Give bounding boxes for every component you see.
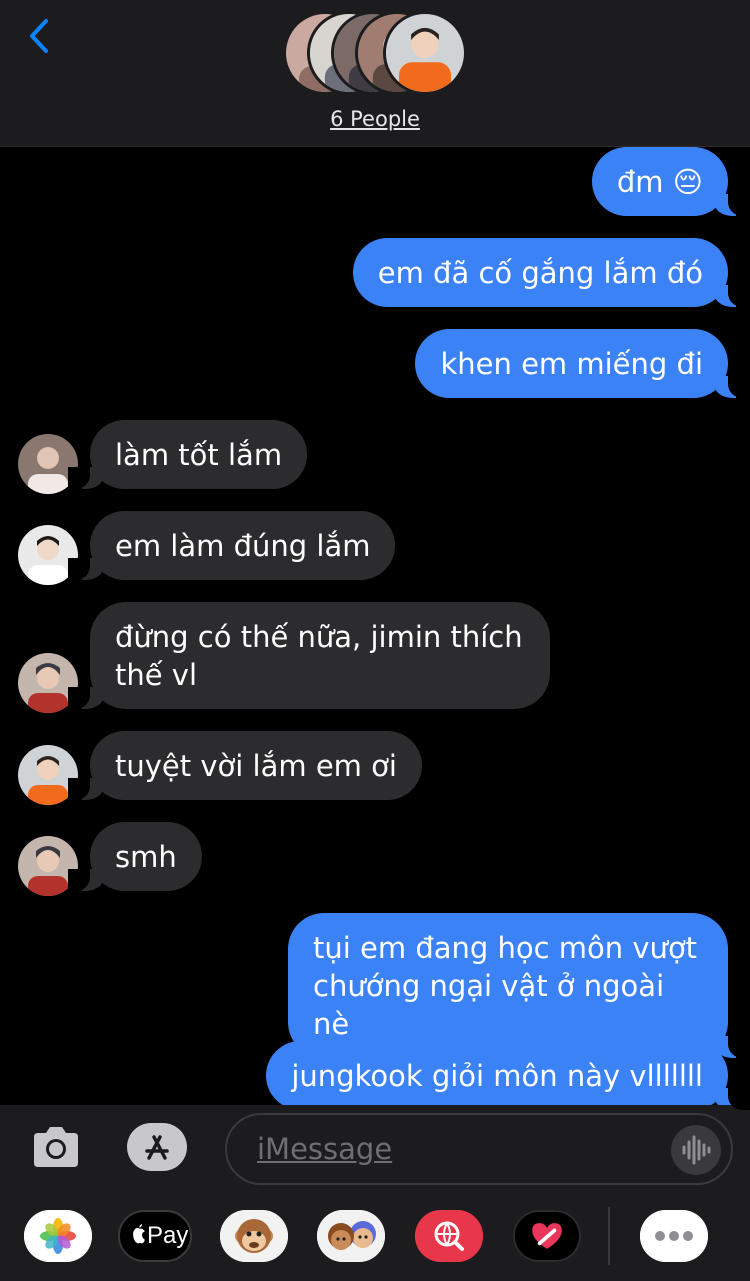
back-chevron-icon bbox=[30, 19, 48, 53]
message-outgoing[interactable]: khen em miếng đi bbox=[415, 329, 750, 398]
audio-waveform-icon bbox=[682, 1135, 711, 1165]
camera-button[interactable] bbox=[30, 1123, 82, 1171]
digital-touch-icon bbox=[515, 1212, 579, 1260]
message-incoming[interactable]: làm tốt lắm bbox=[67, 420, 308, 489]
people-count-link[interactable]: 6 People bbox=[0, 107, 750, 131]
apple-pay-label: Pay bbox=[147, 1222, 189, 1249]
more-apps-button[interactable] bbox=[640, 1210, 708, 1262]
message-incoming[interactable]: smh bbox=[68, 822, 202, 891]
digital-touch-app-button[interactable] bbox=[513, 1210, 581, 1262]
message-incoming[interactable]: đừng có thế nữa, jimin thích thế vl bbox=[68, 602, 550, 709]
photos-icon bbox=[24, 1210, 92, 1262]
more-icon bbox=[640, 1210, 708, 1262]
avatar bbox=[383, 11, 467, 95]
message-incoming[interactable]: tuyệt vời lắm em ơi bbox=[68, 731, 422, 800]
memoji-icon bbox=[317, 1210, 385, 1262]
conversation-header: 6 People bbox=[0, 0, 750, 147]
animoji-app-button[interactable] bbox=[220, 1210, 288, 1262]
compose-bar: iMessage bbox=[0, 1105, 750, 1193]
search-images-icon bbox=[415, 1210, 483, 1262]
message-outgoing[interactable]: tụi em đang học môn vượt chướng ngại vật… bbox=[288, 913, 750, 1058]
message-input-placeholder: iMessage bbox=[257, 1132, 393, 1166]
app-drawer: Pay bbox=[0, 1193, 750, 1281]
photos-app-button[interactable] bbox=[24, 1210, 92, 1262]
drawer-divider bbox=[608, 1207, 610, 1265]
animoji-icon bbox=[220, 1210, 288, 1262]
message-incoming[interactable]: em làm đúng lắm bbox=[67, 511, 396, 580]
memoji-app-button[interactable] bbox=[317, 1210, 385, 1262]
app-store-button[interactable] bbox=[127, 1123, 187, 1171]
app-store-icon bbox=[134, 1124, 180, 1170]
group-avatars[interactable] bbox=[283, 11, 473, 97]
message-outgoing[interactable]: đm 😔 bbox=[591, 147, 750, 216]
message-input[interactable]: iMessage bbox=[225, 1113, 733, 1185]
message-outgoing[interactable]: jungkook giỏi môn này vlllllll bbox=[266, 1041, 750, 1110]
camera-icon bbox=[34, 1127, 78, 1167]
audio-message-button[interactable] bbox=[671, 1125, 721, 1175]
apple-pay-button[interactable]: Pay bbox=[118, 1210, 192, 1262]
image-search-app-button[interactable] bbox=[415, 1210, 483, 1262]
message-outgoing[interactable]: em đã cố gắng lắm đó bbox=[352, 238, 750, 307]
back-button[interactable] bbox=[22, 12, 58, 60]
